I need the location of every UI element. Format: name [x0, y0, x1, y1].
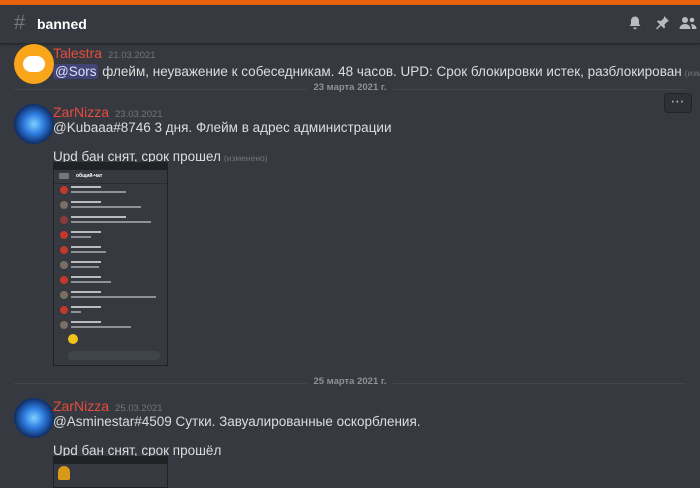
- list-item: [54, 229, 167, 244]
- phone-message-input: [68, 351, 160, 360]
- user-mention[interactable]: @Sors: [53, 64, 99, 79]
- author-name[interactable]: ZarNizza: [53, 104, 109, 120]
- bell-icon[interactable]: [626, 15, 644, 33]
- more-options-icon[interactable]: ⋯: [664, 93, 692, 113]
- list-item: [54, 274, 167, 289]
- message-timestamp: 21.03.2021: [108, 50, 156, 61]
- pin-icon[interactable]: [653, 15, 671, 33]
- phone-status-bar: [54, 457, 167, 464]
- menu-icon: [59, 173, 69, 179]
- avatar[interactable]: [14, 398, 54, 438]
- list-item: [54, 304, 167, 319]
- message-content: @Sors флейм, неуважение к собеседникам. …: [53, 64, 700, 79]
- message-author[interactable]: Talestra 21.03.2021: [53, 45, 156, 61]
- message-author[interactable]: ZarNizza 25.03.2021: [53, 398, 163, 414]
- avatar[interactable]: [14, 44, 54, 84]
- list-item: [54, 244, 167, 259]
- message-author[interactable]: ZarNizza 23.03.2021: [53, 104, 163, 120]
- emoji-icon: [68, 334, 78, 344]
- phone-channel-name: общий-чат: [76, 173, 103, 179]
- list-item: [54, 199, 167, 214]
- message-text: флейм, неуважение к собеседникам. 48 час…: [98, 64, 682, 79]
- phone-channel-header: общий-чат: [54, 170, 167, 184]
- message-text: @Kubaaa#8746 3 дня. Флейм в адрес админи…: [53, 120, 392, 135]
- author-name[interactable]: Talestra: [53, 45, 102, 61]
- author-name[interactable]: ZarNizza: [53, 398, 109, 414]
- channel-name: banned: [37, 16, 87, 32]
- date-divider: 23 марта 2021 г.: [14, 82, 686, 93]
- hashtag-icon: #: [14, 12, 26, 34]
- list-item: [54, 289, 167, 304]
- list-item: [54, 319, 167, 334]
- list-item: [54, 259, 167, 274]
- members-icon[interactable]: [679, 15, 697, 33]
- date-divider-label: 23 марта 2021 г.: [307, 82, 393, 93]
- phone-status-bar: [54, 163, 167, 170]
- edited-label: (изменено): [684, 68, 700, 78]
- avatar[interactable]: [14, 104, 54, 144]
- edited-label: (изменено): [223, 153, 268, 163]
- message-timestamp: 25.03.2021: [115, 403, 163, 414]
- list-item: [54, 184, 167, 199]
- message-text: @Asminestar#4509 Сутки. Завуалированные …: [53, 414, 421, 429]
- list-item: [54, 214, 167, 229]
- attached-image[interactable]: общий-чат: [53, 162, 168, 366]
- message-timestamp: 23.03.2021: [115, 109, 163, 120]
- attached-image[interactable]: [53, 456, 168, 488]
- date-divider: 25 марта 2021 г.: [14, 376, 686, 387]
- date-divider-label: 25 марта 2021 г.: [307, 376, 393, 387]
- channel-header: # banned: [0, 5, 700, 44]
